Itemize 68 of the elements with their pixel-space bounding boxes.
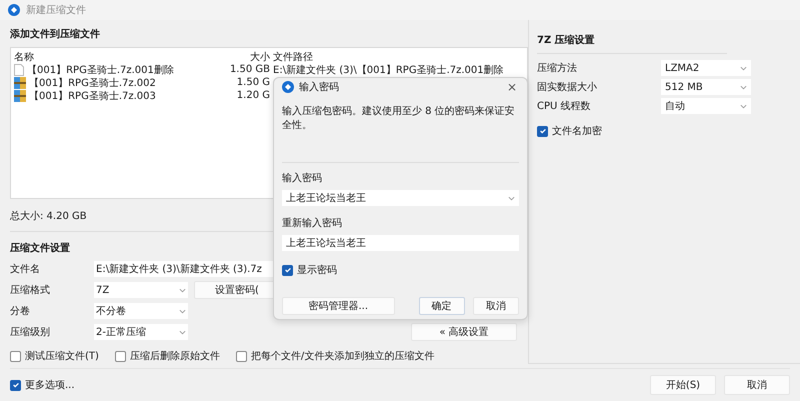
checkmark-icon bbox=[284, 266, 292, 274]
archive-icon bbox=[14, 90, 26, 102]
caret-icon bbox=[179, 330, 186, 334]
archive-icon bbox=[14, 76, 26, 88]
checkbox[interactable] bbox=[114, 350, 126, 362]
checkmark-icon bbox=[538, 127, 546, 135]
field-label: 压缩格式 bbox=[10, 284, 51, 297]
total-size: 总大小: 4.20 GB bbox=[10, 210, 87, 223]
cancel-button[interactable]: 取消 bbox=[724, 375, 790, 395]
option-checkbox[interactable]: 测试压缩文件(T) bbox=[10, 349, 99, 363]
ok-button[interactable]: 确定 bbox=[418, 297, 465, 315]
caret-icon bbox=[740, 84, 747, 90]
field-label: 压缩级别 bbox=[10, 326, 51, 339]
window-title: 新建压缩文件 bbox=[26, 4, 86, 17]
dropdown[interactable]: 不分卷 bbox=[94, 303, 188, 319]
file-path: E:\新建文件夹 (3)\【001】RPG圣骑士.7z.001删除 bbox=[272, 64, 504, 76]
dropdown[interactable]: 7Z bbox=[94, 282, 188, 298]
file-size: 1.50 GB bbox=[228, 64, 270, 75]
checkbox[interactable] bbox=[537, 126, 548, 136]
checkmark-icon bbox=[12, 381, 20, 389]
show-password-checkbox[interactable]: 显示密码 bbox=[282, 263, 519, 277]
more-options-checkbox[interactable]: 更多选项... bbox=[10, 378, 75, 392]
field-label: 分卷 bbox=[10, 305, 31, 318]
column-header[interactable]: 名称 bbox=[11, 50, 226, 64]
checkbox[interactable] bbox=[282, 264, 293, 276]
cancel-button[interactable]: 取消 bbox=[472, 297, 519, 315]
file-name[interactable]: 【001】RPG圣骑士.7z.002 bbox=[29, 76, 156, 90]
option-checkbox[interactable]: 压缩后删除原始文件 bbox=[114, 349, 220, 363]
file-size: 1.20 G bbox=[236, 90, 270, 101]
caret-icon bbox=[179, 288, 186, 292]
file-name[interactable]: 【001】RPG圣骑士.7z.001删除 bbox=[27, 62, 174, 76]
app-icon bbox=[8, 4, 20, 16]
field-label: 重新输入密码 bbox=[282, 216, 343, 230]
section-heading: 7Z 压缩设置 bbox=[537, 33, 727, 54]
advanced-settings-button[interactable]: « 高级设置 bbox=[411, 323, 517, 341]
file-size: 1.50 G bbox=[236, 77, 270, 88]
encrypt-names-checkbox[interactable]: 文件名加密 bbox=[537, 124, 790, 138]
password-field[interactable]: 上老王论坛当老王 bbox=[282, 190, 519, 206]
field-label: 固实数据大小 bbox=[537, 80, 598, 94]
field-label: 压缩方法 bbox=[537, 62, 578, 75]
caret-icon bbox=[179, 308, 186, 314]
dialog-hint: 输入压缩包密码。建议使用至少 8 位的密码来保证安全性。 bbox=[282, 104, 516, 132]
file-name[interactable]: 【001】RPG圣骑士.7z.003 bbox=[29, 88, 156, 102]
dropdown[interactable]: LZMA2 bbox=[661, 60, 751, 76]
file-icon bbox=[14, 64, 24, 76]
caret-icon bbox=[508, 196, 515, 200]
dialog-title: 输入密码 bbox=[299, 80, 340, 94]
column-header[interactable]: 大小 bbox=[226, 50, 270, 64]
field-label: CPU 线程数 bbox=[537, 100, 592, 113]
field-label: 文件名 bbox=[10, 262, 41, 276]
confirm-password-field[interactable]: 上老王论坛当老王 bbox=[282, 235, 519, 251]
option-checkbox[interactable]: 把每个文件/文件夹添加到独立的压缩文件 bbox=[236, 349, 434, 363]
section-heading: 添加文件到压缩文件 bbox=[10, 28, 100, 41]
caret-icon bbox=[740, 104, 747, 108]
dropdown[interactable]: 自动 bbox=[661, 98, 751, 114]
checkbox[interactable] bbox=[236, 350, 247, 362]
checkbox[interactable] bbox=[10, 350, 21, 362]
column-header[interactable]: 文件路径 bbox=[270, 50, 313, 64]
section-heading: 压缩文件设置 bbox=[10, 242, 70, 255]
dropdown[interactable]: 2-正常压缩 bbox=[94, 324, 188, 340]
caret-icon bbox=[740, 66, 747, 70]
dropdown[interactable]: 512 MB bbox=[661, 79, 751, 95]
field-label: 输入密码 bbox=[282, 172, 323, 185]
password-manager-button[interactable]: 密码管理器... bbox=[282, 297, 395, 315]
checkbox[interactable] bbox=[10, 380, 21, 390]
app-icon bbox=[282, 81, 294, 93]
close-button[interactable]: × bbox=[504, 80, 519, 94]
start-button[interactable]: 开始(S) bbox=[650, 375, 716, 395]
